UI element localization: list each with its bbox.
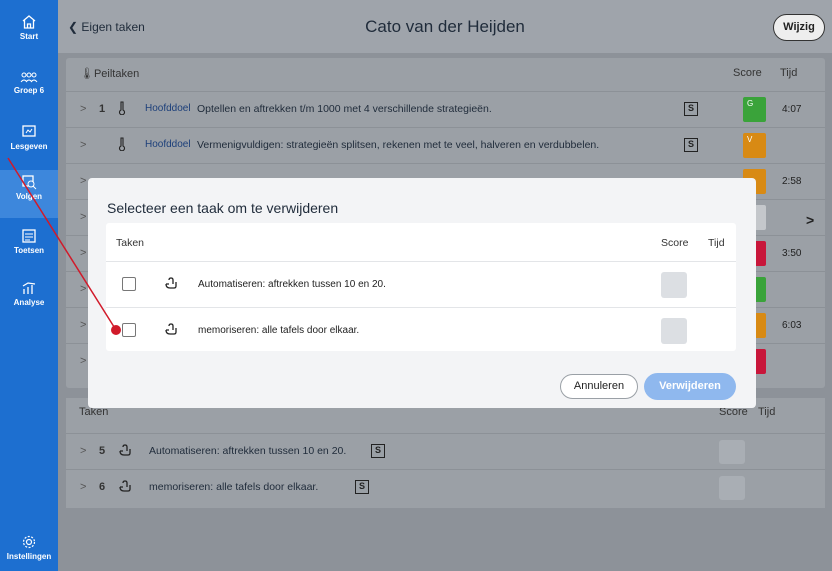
select-checkbox[interactable] — [122, 323, 136, 337]
delete-button[interactable]: Verwijderen — [644, 373, 736, 400]
time-value: 6:03 — [782, 320, 802, 331]
chevron-right-icon: > — [80, 247, 87, 259]
row-text: Optellen en aftrekken t/m 1000 met 4 ver… — [197, 103, 492, 115]
header: ❮ Eigen taken Cato van der Heijden Wijzi… — [58, 0, 832, 53]
modal-title: Selecteer een taak om te verwijderen — [107, 200, 339, 216]
thermometer-icon — [118, 137, 126, 154]
hand-icon — [118, 479, 132, 496]
sidebar-item-lesgeven[interactable]: Lesgeven — [0, 124, 58, 151]
score-placeholder — [661, 272, 687, 298]
modal-col-tasks: Taken — [116, 237, 145, 249]
row-number: 1 — [99, 103, 106, 115]
sidebar: Start Groep 6 Lesgeven Volgen Toetsen An… — [0, 0, 58, 571]
time-value: 4:07 — [782, 104, 802, 115]
sidebar-item-start[interactable]: Start — [0, 14, 58, 41]
table-row[interactable]: > 1 Hoofddoel Optellen en aftrekken t/m … — [66, 91, 825, 127]
table-row[interactable]: > 5 Automatiseren: aftrekken tussen 10 e… — [66, 433, 825, 469]
score-placeholder — [719, 476, 745, 500]
thermometer-icon — [118, 101, 126, 118]
chevron-right-icon: > — [80, 355, 87, 367]
hand-icon — [164, 322, 178, 339]
row-number: 6 — [99, 481, 106, 493]
s-badge: S — [371, 444, 385, 458]
s-badge: S — [684, 138, 698, 152]
chevron-right-icon: > — [80, 139, 87, 151]
edit-button[interactable]: Wijzig — [773, 14, 825, 41]
sidebar-label: Lesgeven — [10, 142, 48, 151]
chevron-right-icon: > — [80, 481, 87, 493]
row-text: Automatiseren: aftrekken tussen 10 en 20… — [149, 445, 347, 457]
time-value: 3:50 — [782, 248, 802, 259]
sidebar-label: Volgen — [15, 192, 43, 201]
taken-time-header: Tijd — [758, 406, 776, 418]
chevron-right-icon: > — [80, 319, 87, 331]
chevron-right-icon: > — [80, 445, 87, 457]
row-tag[interactable]: Hoofddoel — [145, 103, 191, 114]
modal-col-score: Score — [661, 237, 689, 249]
sidebar-label: Analyse — [13, 298, 45, 307]
track-icon — [22, 175, 37, 190]
table-row[interactable]: > Hoofddoel Vermenigvuldigen: strategieë… — [66, 127, 825, 163]
sidebar-item-volgen[interactable]: Volgen — [0, 170, 58, 218]
hand-icon — [118, 443, 132, 460]
gear-icon — [22, 535, 36, 549]
modal-row[interactable]: memoriseren: alle tafels door elkaar. — [106, 307, 736, 353]
chart-icon — [22, 282, 36, 294]
peiltaken-heading: 🌡︎Peiltaken — [80, 67, 139, 80]
modal-table: Taken Score Tijd Automatiseren: aftrekke… — [106, 223, 736, 351]
next-arrow-icon[interactable]: > — [806, 212, 814, 228]
sidebar-label: Instellingen — [6, 552, 52, 561]
sidebar-item-groep[interactable]: Groep 6 — [0, 70, 58, 95]
sidebar-label: Groep 6 — [13, 86, 45, 95]
cancel-button[interactable]: Annuleren — [560, 374, 638, 399]
time-header: Tijd — [780, 67, 798, 79]
chevron-right-icon: > — [80, 211, 87, 223]
score-placeholder — [661, 318, 687, 344]
chevron-right-icon: > — [80, 283, 87, 295]
test-icon — [22, 229, 36, 243]
group-icon — [20, 72, 38, 83]
sidebar-label: Toetsen — [13, 246, 45, 255]
modal-col-time: Tijd — [708, 237, 725, 249]
hand-icon — [164, 276, 178, 293]
score-badge: G — [743, 97, 766, 122]
s-badge: S — [355, 480, 369, 494]
page-title: Cato van der Heijden — [365, 17, 525, 36]
home-icon — [22, 15, 36, 29]
sidebar-label: Start — [19, 32, 39, 41]
row-text: Vermenigvuldigen: strategieën splitsen, … — [197, 139, 600, 151]
time-value: 2:58 — [782, 176, 802, 187]
delete-task-modal: Selecteer een taak om te verwijderen Tak… — [88, 178, 756, 408]
row-tag[interactable]: Hoofddoel — [145, 139, 191, 150]
presentation-icon — [22, 125, 36, 137]
sidebar-item-analyse[interactable]: Analyse — [0, 280, 58, 307]
modal-row-label: Automatiseren: aftrekken tussen 10 en 20… — [198, 279, 386, 290]
score-badge: V — [743, 133, 766, 158]
peiltaken-label: Peiltaken — [93, 68, 140, 80]
modal-row-label: memoriseren: alle tafels door elkaar. — [198, 325, 360, 336]
s-badge: S — [684, 102, 698, 116]
chevron-right-icon: > — [80, 175, 87, 187]
chevron-right-icon: > — [80, 103, 87, 115]
thermometer-icon: 🌡︎ — [80, 68, 94, 80]
row-number: 5 — [99, 445, 106, 457]
sidebar-item-instellingen[interactable]: Instellingen — [0, 534, 58, 561]
modal-row[interactable]: Automatiseren: aftrekken tussen 10 en 20… — [106, 261, 736, 307]
row-text: memoriseren: alle tafels door elkaar. — [149, 481, 319, 493]
select-checkbox[interactable] — [122, 277, 136, 291]
score-placeholder — [719, 440, 745, 464]
score-header: Score — [733, 67, 762, 79]
sidebar-item-toetsen[interactable]: Toetsen — [0, 228, 58, 255]
table-row[interactable]: > 6 memoriseren: alle tafels door elkaar… — [66, 469, 825, 505]
